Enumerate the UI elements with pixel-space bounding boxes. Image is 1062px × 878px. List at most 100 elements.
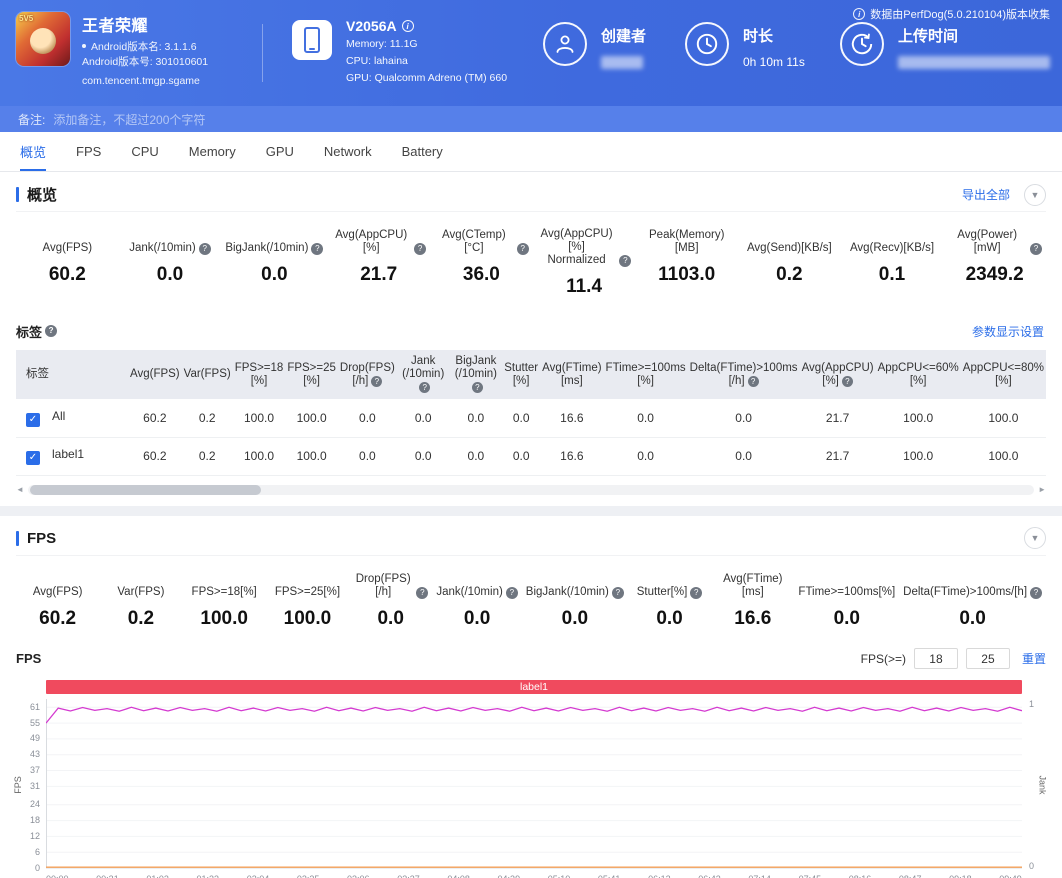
help-icon[interactable]: ? bbox=[748, 376, 759, 387]
help-icon[interactable]: ? bbox=[416, 587, 428, 599]
note-bar[interactable]: 备注: 添加备注，不超过200个字符 bbox=[0, 106, 1062, 132]
metric-label-text: Delta(FTime)>100ms/[h] bbox=[903, 586, 1027, 599]
metric: FTime>=100ms[%]0.0 bbox=[794, 572, 899, 630]
label-band[interactable]: label1 bbox=[46, 680, 1022, 694]
note-placeholder: 添加备注，不超过200个字符 bbox=[53, 111, 205, 128]
metric-value: 100.0 bbox=[187, 608, 262, 630]
tab-Memory[interactable]: Memory bbox=[189, 132, 236, 171]
help-icon[interactable]: ? bbox=[199, 243, 211, 255]
column-header: Avg(AppCPU) [%]? bbox=[800, 350, 876, 399]
fps-threshold-high-input[interactable] bbox=[966, 648, 1010, 669]
scroll-left-arrow[interactable]: ◄ bbox=[16, 485, 24, 494]
help-icon[interactable]: ? bbox=[842, 376, 853, 387]
help-icon[interactable]: ? bbox=[506, 587, 518, 599]
scrollbar-thumb[interactable] bbox=[30, 485, 261, 495]
x-tick-label: 04:39 bbox=[498, 874, 521, 878]
android-version-name: Android版本名: 3.1.1.6 bbox=[82, 41, 208, 54]
upload-time-label: 上传时间 bbox=[898, 25, 1050, 46]
collapse-overview-button[interactable]: ▼ bbox=[1024, 184, 1046, 206]
section-gap bbox=[0, 506, 1062, 516]
y-axis-labels: 06121824313743495561 bbox=[16, 699, 46, 871]
column-header-text: Var(FPS) bbox=[184, 368, 231, 380]
help-icon[interactable]: ? bbox=[419, 382, 430, 393]
table-cell: 21.7 bbox=[800, 437, 876, 475]
metric: FPS>=25[%]100.0 bbox=[266, 572, 349, 630]
collapse-fps-button[interactable]: ▼ bbox=[1024, 527, 1046, 549]
x-tick-label: 07:45 bbox=[799, 874, 822, 878]
column-header: FPS>=18 [%] bbox=[233, 350, 286, 399]
fps-title: FPS bbox=[27, 530, 1024, 547]
scroll-right-arrow[interactable]: ► bbox=[1038, 485, 1046, 494]
row-checkbox[interactable]: ✓ bbox=[26, 451, 40, 465]
table-scrollbar[interactable]: ◄ ► bbox=[16, 484, 1046, 496]
column-header: AppCPU<=60% [%] bbox=[876, 350, 961, 399]
table-cell: 100.0 bbox=[876, 399, 961, 437]
table-cell: 0.0 bbox=[450, 399, 503, 437]
metric-label-text: Jank(/10min) bbox=[129, 242, 195, 255]
tab-FPS[interactable]: FPS bbox=[76, 132, 101, 171]
help-icon[interactable]: ? bbox=[690, 587, 702, 599]
column-header: Delta(FTime)>100ms [/h]? bbox=[688, 350, 800, 399]
help-icon[interactable]: ? bbox=[1030, 243, 1042, 255]
device-memory: Memory: 11.1G bbox=[346, 38, 507, 51]
metric: FPS>=18[%]100.0 bbox=[183, 572, 266, 630]
x-tick-label: 09:49 bbox=[999, 874, 1022, 878]
note-label: 备注: bbox=[18, 111, 45, 128]
device-info: V2056A i Memory: 11.1G CPU: lahaina GPU:… bbox=[292, 18, 507, 85]
tab-CPU[interactable]: CPU bbox=[131, 132, 158, 171]
game-icon: 5V5 bbox=[16, 12, 70, 66]
table-cell: 0.0 bbox=[450, 437, 503, 475]
help-icon[interactable]: ? bbox=[612, 587, 624, 599]
package-name: com.tencent.tmgp.sgame bbox=[82, 75, 208, 87]
metric-label: FTime>=100ms[%] bbox=[798, 572, 895, 599]
scrollbar-track[interactable] bbox=[28, 485, 1034, 495]
column-header: Drop(FPS) [/h]? bbox=[338, 350, 397, 399]
x-tick-label: 08:47 bbox=[899, 874, 922, 878]
metric-label: Jank(/10min)? bbox=[436, 572, 517, 599]
plot-area[interactable] bbox=[46, 699, 1022, 871]
row-label-cell: ✓All bbox=[16, 399, 128, 437]
metric-value: 60.2 bbox=[20, 264, 115, 286]
column-header: BigJank (/10min)? bbox=[450, 350, 503, 399]
table-cell: 60.2 bbox=[128, 437, 182, 475]
metric-label: Avg(FPS) bbox=[20, 572, 95, 599]
metric: Avg(Power)[mW]?2349.2 bbox=[943, 228, 1046, 298]
x-tick-label: 00:00 bbox=[46, 874, 69, 878]
help-icon[interactable]: ? bbox=[517, 243, 529, 255]
reset-button[interactable]: 重置 bbox=[1022, 650, 1046, 667]
help-icon[interactable]: ? bbox=[414, 243, 426, 255]
metric-label-text: Avg(AppCPU)[%] Normalized bbox=[537, 228, 617, 267]
table-cell: 0.0 bbox=[604, 399, 688, 437]
collector-note-text: 数据由PerfDog(5.0.210104)版本收集 bbox=[870, 6, 1050, 22]
tab-Battery[interactable]: Battery bbox=[402, 132, 443, 171]
x-tick-label: 05:10 bbox=[548, 874, 571, 878]
help-icon[interactable]: ? bbox=[1030, 587, 1042, 599]
tab-概览[interactable]: 概览 bbox=[20, 132, 46, 171]
metric-label-text: FTime>=100ms[%] bbox=[798, 586, 895, 599]
row-checkbox[interactable]: ✓ bbox=[26, 413, 40, 427]
table-cell: 0.0 bbox=[397, 437, 450, 475]
table-cell: 0.0 bbox=[338, 399, 397, 437]
labels-table: 标签Avg(FPS)Var(FPS)FPS>=18 [%]FPS>=25 [%]… bbox=[16, 350, 1046, 476]
help-icon[interactable]: ? bbox=[472, 382, 483, 393]
column-header-text: Avg(AppCPU) [%] bbox=[802, 362, 874, 387]
fps-threshold-low-input[interactable] bbox=[914, 648, 958, 669]
help-icon[interactable]: ? bbox=[371, 376, 382, 387]
metric-value: 0.0 bbox=[353, 608, 428, 630]
device-info-icon[interactable]: i bbox=[402, 20, 414, 32]
section-accent-bar bbox=[16, 187, 19, 202]
export-all-link[interactable]: 导出全部 bbox=[962, 186, 1010, 203]
y-tick-label: 43 bbox=[30, 749, 40, 759]
param-display-settings-link[interactable]: 参数显示设置 bbox=[972, 323, 1044, 340]
metric-value: 0.0 bbox=[436, 608, 517, 630]
help-icon[interactable]: ? bbox=[619, 255, 631, 267]
help-icon[interactable]: ? bbox=[45, 325, 57, 337]
upload-time-icon bbox=[840, 22, 884, 66]
tab-GPU[interactable]: GPU bbox=[266, 132, 294, 171]
metric-label-text: BigJank(/10min) bbox=[225, 242, 308, 255]
help-icon[interactable]: ? bbox=[311, 243, 323, 255]
tab-Network[interactable]: Network bbox=[324, 132, 372, 171]
metric-label: Delta(FTime)>100ms/[h]? bbox=[903, 572, 1042, 599]
fps-section: FPS ▼ Avg(FPS)60.2Var(FPS)0.2FPS>=18[%]1… bbox=[0, 516, 1062, 878]
column-header-text: Stutter [%] bbox=[504, 362, 538, 387]
